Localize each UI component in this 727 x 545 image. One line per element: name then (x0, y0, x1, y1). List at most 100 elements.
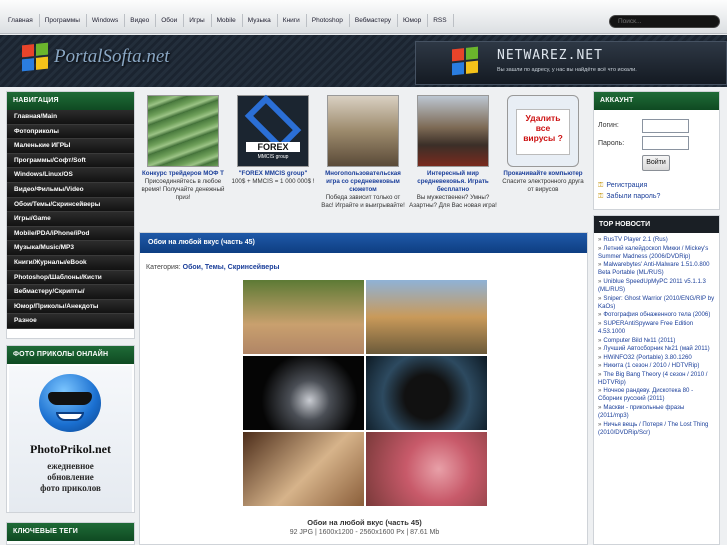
bullet-icon: » (598, 345, 602, 353)
promo-link[interactable]: Прокачивайте компьютер (499, 170, 587, 178)
sidebar-item-video[interactable]: Видео/Фильмы/Video (7, 182, 134, 198)
news-item[interactable]: » Никита (1 сезон / 2010 / HDTVRip) (598, 362, 716, 370)
site-header: PortalSofta.net NETWAREZ.NET Вы зашли по… (0, 35, 727, 87)
login-button[interactable]: Войти (642, 155, 670, 171)
register-link[interactable]: ⚿ Регистрация (598, 182, 647, 190)
photo-jokes-title: ФОТО ПРИКОЛЫ ОНЛАЙН (7, 346, 134, 364)
top-nav-link-wallpapers[interactable]: Обои (156, 14, 185, 27)
wallpaper-thumbnail[interactable] (366, 356, 487, 430)
top-nav-link-games[interactable]: Игры (184, 14, 212, 27)
sidebar-item-software[interactable]: Программы/Софт/Soft (7, 153, 134, 169)
promo-item: Конкурс трейдеров МОФ Т Присоединяйтесь … (139, 91, 227, 231)
top-nav-link-webmaster[interactable]: Вебмастеру (350, 14, 398, 27)
sidebar-item-music[interactable]: Музыка/Music/MP3 (7, 241, 134, 256)
news-item-label: SUPERAntiSpyware Free Edition 4.53.1000 (598, 319, 694, 336)
login-field[interactable] (642, 119, 689, 133)
promo-item: FOREX MMCIS group "FOREX MMCIS group" 10… (229, 91, 317, 231)
sidebar-item-books[interactable]: Книги/Журналы/eBook (7, 255, 134, 271)
promo-image-forex[interactable]: FOREX MMCIS group (237, 94, 309, 167)
promo-item: Многопользовательская игра со средневеко… (319, 91, 407, 231)
promo-image-antivirus[interactable]: Удалить все вирусы ? (507, 95, 579, 167)
bullet-icon: » (598, 420, 602, 428)
sidebar-item-wallpapers[interactable]: Обои/Темы/Скринсейверы (7, 197, 134, 213)
photo-jokes-panel: ФОТО ПРИКОЛЫ ОНЛАЙН PhotoPrikol.net ежед… (6, 345, 135, 513)
promo-row: Конкурс трейдеров МОФ Т Присоединяйтесь … (139, 91, 587, 231)
forgot-password-link[interactable]: ⚿ Забыли пароль? (598, 193, 660, 201)
sidebar-item-photo-jokes[interactable]: Фотоприколы (7, 124, 134, 140)
news-item[interactable]: » Malwarebytes' Anti-Malware 1.51.0.800 B… (598, 261, 716, 277)
site-logo[interactable]: PortalSofta.net (22, 42, 170, 72)
top-nav-link-home[interactable]: Главная (3, 14, 40, 27)
news-item[interactable]: » Sniper: Ghost Warrior (2010/ENG/RIP by … (598, 295, 716, 311)
key-tags-title: КЛЮЧЕВЫЕ ТЕГИ (7, 523, 134, 541)
category-label: Категория: (146, 264, 181, 271)
promo-image-knight[interactable] (327, 95, 399, 167)
wallpaper-thumbnail[interactable] (243, 280, 364, 354)
news-item[interactable]: » Лучший Автосборник №21 (май 2011) (598, 345, 716, 353)
sidebar-item-games[interactable]: Игры/Game (7, 212, 134, 227)
top-nav-link-photoshop[interactable]: Photoshop (307, 14, 350, 27)
wallpaper-thumbnail[interactable] (243, 432, 364, 506)
news-item[interactable]: » Ночное рандеву. Дискотека 80 - Сборник … (598, 387, 716, 403)
top-nav-link-programs[interactable]: Программы (40, 14, 87, 27)
bullet-icon: » (598, 353, 602, 361)
promo-image-battle[interactable] (417, 95, 489, 167)
sidebar-item-webmaster[interactable]: Вебмастеру/Скрипты/ (7, 285, 134, 300)
sidebar-item-main[interactable]: Главная/Main (7, 110, 134, 125)
wallpaper-thumbnail[interactable] (243, 356, 364, 430)
promo-link[interactable]: Интересный мир средневековья. Играть бес… (409, 170, 497, 194)
news-item[interactable]: » RusTV Player 2.1 (Rus) (598, 236, 716, 244)
news-item[interactable]: » SUPERAntiSpyware Free Edition 4.53.1000 (598, 320, 716, 336)
news-item-label: Летний калейдоскоп Микки / Mickey's Summ… (598, 244, 709, 260)
wallpaper-thumbnail[interactable] (366, 432, 487, 506)
news-item[interactable]: » Маскви - прикольные фразы (2011/mp3) (598, 404, 716, 420)
sidebar-item-misc[interactable]: Разное (7, 314, 134, 329)
news-item-label: Лучший Автосборник №21 (май 2011) (603, 345, 710, 353)
article-heading[interactable]: Обои на любой вкус (часть 45) (140, 233, 587, 253)
promo-item: Интересный мир средневековья. Играть бес… (409, 91, 497, 231)
news-item-label: Ночное рандеву. Дискотека 80 - Сборник р… (598, 387, 694, 403)
news-item[interactable]: » HWiNFO32 (Portable) 3.80.1260 (598, 354, 716, 362)
promo-link[interactable]: Многопользовательская игра со средневеко… (319, 170, 407, 194)
photoprikol-banner[interactable]: PhotoPrikol.net ежедневное обновление фо… (9, 366, 132, 512)
category-link[interactable]: Обои, Темы, Скринсейверы (183, 264, 280, 271)
promo-image-money[interactable] (147, 95, 219, 167)
news-item[interactable]: » Летний калейдоскоп Микки / Mickey's Sum… (598, 245, 716, 261)
news-item[interactable]: » The Big Bang Theory (4 сезон / 2010 / H… (598, 371, 716, 387)
news-item[interactable]: » Ничья вещь / Потеря / The Lost Thing (2… (598, 421, 716, 437)
promo-item: Удалить все вирусы ? Прокачивайте компью… (499, 91, 587, 231)
sidebar-item-os[interactable]: Windows/Linux/OS (7, 168, 134, 183)
bullet-icon: » (598, 261, 602, 269)
news-item[interactable]: » Uniblue SpeedUpMyPC 2011 v5.1.1.3 (ML/R… (598, 278, 716, 294)
news-item-label: Sniper: Ghost Warrior (2010/ENG/RIP by K… (598, 294, 715, 310)
search-input[interactable] (609, 15, 720, 28)
top-nav-link-video[interactable]: Видео (125, 14, 157, 27)
sidebar-item-photoshop[interactable]: Photoshop/Шаблоны/Кисти (7, 270, 134, 286)
top-nav-link-books[interactable]: Книги (278, 14, 307, 27)
top-nav-link-windows[interactable]: Windows (87, 14, 126, 27)
forex-logo-text: FOREX (246, 142, 300, 152)
netwarez-banner[interactable]: NETWAREZ.NET Вы зашли по адресу, у нас в… (415, 41, 727, 85)
sidebar-item-small-games[interactable]: Маленькие ИГРЫ (7, 139, 134, 154)
key-tags-panel: КЛЮЧЕВЫЕ ТЕГИ (6, 522, 135, 545)
news-item[interactable]: » Computer Bild №11 (2011) (598, 337, 716, 345)
bullet-icon: » (598, 336, 602, 344)
news-item-label: Malwarebytes' Anti-Malware 1.51.0.800 Be… (598, 261, 710, 277)
bullet-icon: » (598, 319, 602, 327)
news-item[interactable]: » Фотография обнаженного тела (2006) (598, 311, 716, 319)
top-nav-link-humor[interactable]: Юмор (398, 14, 429, 27)
windows-logo-icon (452, 46, 478, 76)
promo-link[interactable]: "FOREX MMCIS group" (229, 170, 317, 178)
password-field[interactable] (642, 136, 689, 150)
promo-link[interactable]: Конкурс трейдеров МОФ Т (139, 170, 227, 178)
top-nav-link-mobile[interactable]: Mobile (212, 14, 243, 27)
top-nav-link-rss[interactable]: RSS (428, 14, 454, 27)
bullet-icon: » (598, 236, 602, 243)
photoprikol-tagline: ежедневное обновление фото приколов (40, 461, 101, 493)
top-nav-link-music[interactable]: Музыка (243, 14, 278, 27)
wallpaper-thumbnail[interactable] (366, 280, 487, 354)
navigation-panel: НАВИГАЦИЯ Главная/Main Фотоприколы Мален… (6, 91, 135, 339)
sidebar-item-humor[interactable]: Юмор/Приколы/Анекдоты (7, 299, 134, 315)
sidebar-item-mobile[interactable]: Mobile/PDA/iPhone/iPod (7, 226, 134, 242)
news-item-label: Маскви - прикольные фразы (2011/mp3) (598, 403, 685, 420)
